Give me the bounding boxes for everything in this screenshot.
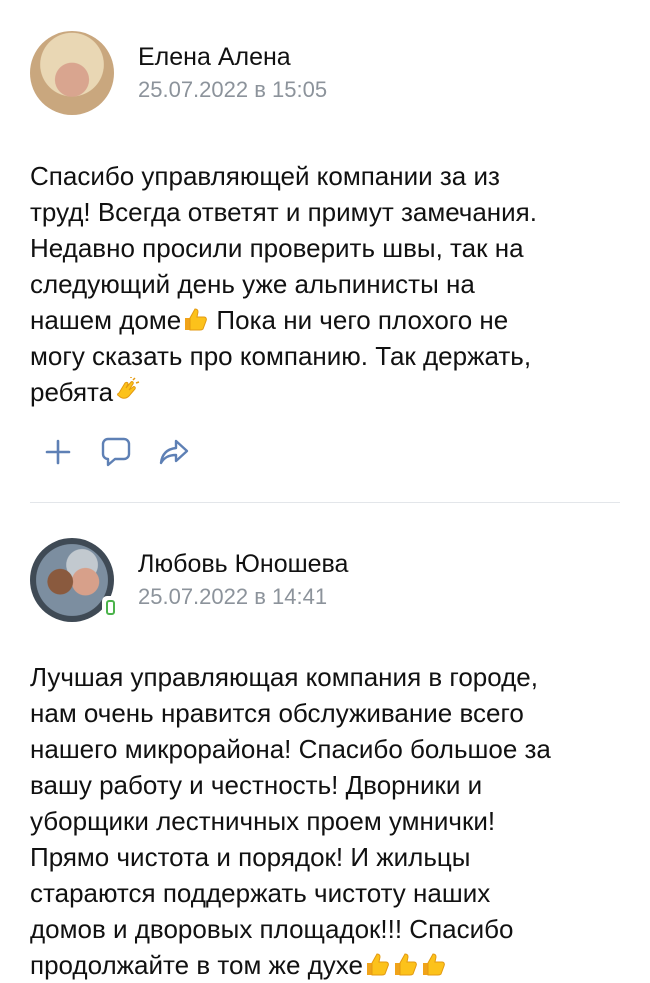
comment-button[interactable] bbox=[96, 432, 136, 472]
text-line: Пока ни чего плохого не bbox=[209, 305, 509, 335]
comment-icon bbox=[101, 437, 131, 467]
author-name[interactable]: Любовь Юношева bbox=[138, 549, 348, 579]
text-line: Лучшая управляющая компания в городе, bbox=[30, 662, 538, 692]
text-line: нашего микрорайона! Спасибо большое за bbox=[30, 734, 551, 764]
mobile-online-icon bbox=[102, 596, 118, 618]
share-icon bbox=[159, 439, 189, 465]
post-text: Лучшая управляющая компания в городе, нам… bbox=[30, 659, 620, 983]
share-button[interactable] bbox=[154, 432, 194, 472]
post-1: Елена Алена 25.07.2022 в 15:05 Спасибо у… bbox=[0, 0, 650, 472]
text-line: нашем доме bbox=[30, 305, 182, 335]
post-divider bbox=[30, 502, 620, 503]
add-button[interactable] bbox=[38, 432, 78, 472]
text-line: могу сказать про компанию. Так держать, bbox=[30, 341, 532, 371]
text-line: нам очень нравится обслуживание всего bbox=[30, 698, 524, 728]
thumbs-up-emoji bbox=[366, 953, 389, 976]
thumbs-up-emoji bbox=[394, 953, 417, 976]
clapping-hands-emoji bbox=[117, 377, 140, 399]
text-line: вашу работу и честность! Дворники и bbox=[30, 770, 483, 800]
text-line: следующий день уже альпинисты на bbox=[30, 269, 475, 299]
text-line: Спасибо управляющей компании за из bbox=[30, 161, 500, 191]
text-line: уборщики лестничных проем умнички! bbox=[30, 806, 496, 836]
post-header: Любовь Юношева 25.07.2022 в 14:41 bbox=[30, 535, 620, 625]
text-line: труд! Всегда ответят и примут замечания. bbox=[30, 197, 537, 227]
author-block: Любовь Юношева 25.07.2022 в 14:41 bbox=[138, 549, 348, 611]
avatar[interactable] bbox=[30, 538, 118, 622]
post-actions bbox=[30, 432, 620, 472]
text-line: Прямо чистота и порядок! И жильцы bbox=[30, 842, 471, 872]
text-line: домов и дворовых площадок!!! Спасибо bbox=[30, 914, 514, 944]
post-header: Елена Алена 25.07.2022 в 15:05 bbox=[30, 28, 620, 118]
avatar[interactable] bbox=[30, 31, 114, 115]
post-date: 25.07.2022 в 14:41 bbox=[138, 584, 328, 609]
author-name[interactable]: Елена Алена bbox=[138, 42, 327, 72]
author-block: Елена Алена 25.07.2022 в 15:05 bbox=[138, 42, 327, 104]
post-2: Любовь Юношева 25.07.2022 в 14:41 Лучшая… bbox=[0, 535, 650, 983]
text-line: Недавно просили проверить швы, так на bbox=[30, 233, 524, 263]
plus-icon bbox=[45, 439, 71, 465]
post-text: Спасибо управляющей компании за из труд! … bbox=[30, 158, 620, 410]
thumbs-up-emoji bbox=[185, 308, 208, 331]
text-line: ребята bbox=[30, 377, 114, 407]
thumbs-up-emoji bbox=[422, 953, 445, 976]
text-line: продолжайте в том же духе bbox=[30, 950, 363, 980]
post-date: 25.07.2022 в 15:05 bbox=[138, 77, 328, 102]
text-line: стараются поддержать чистоту наших bbox=[30, 878, 491, 908]
